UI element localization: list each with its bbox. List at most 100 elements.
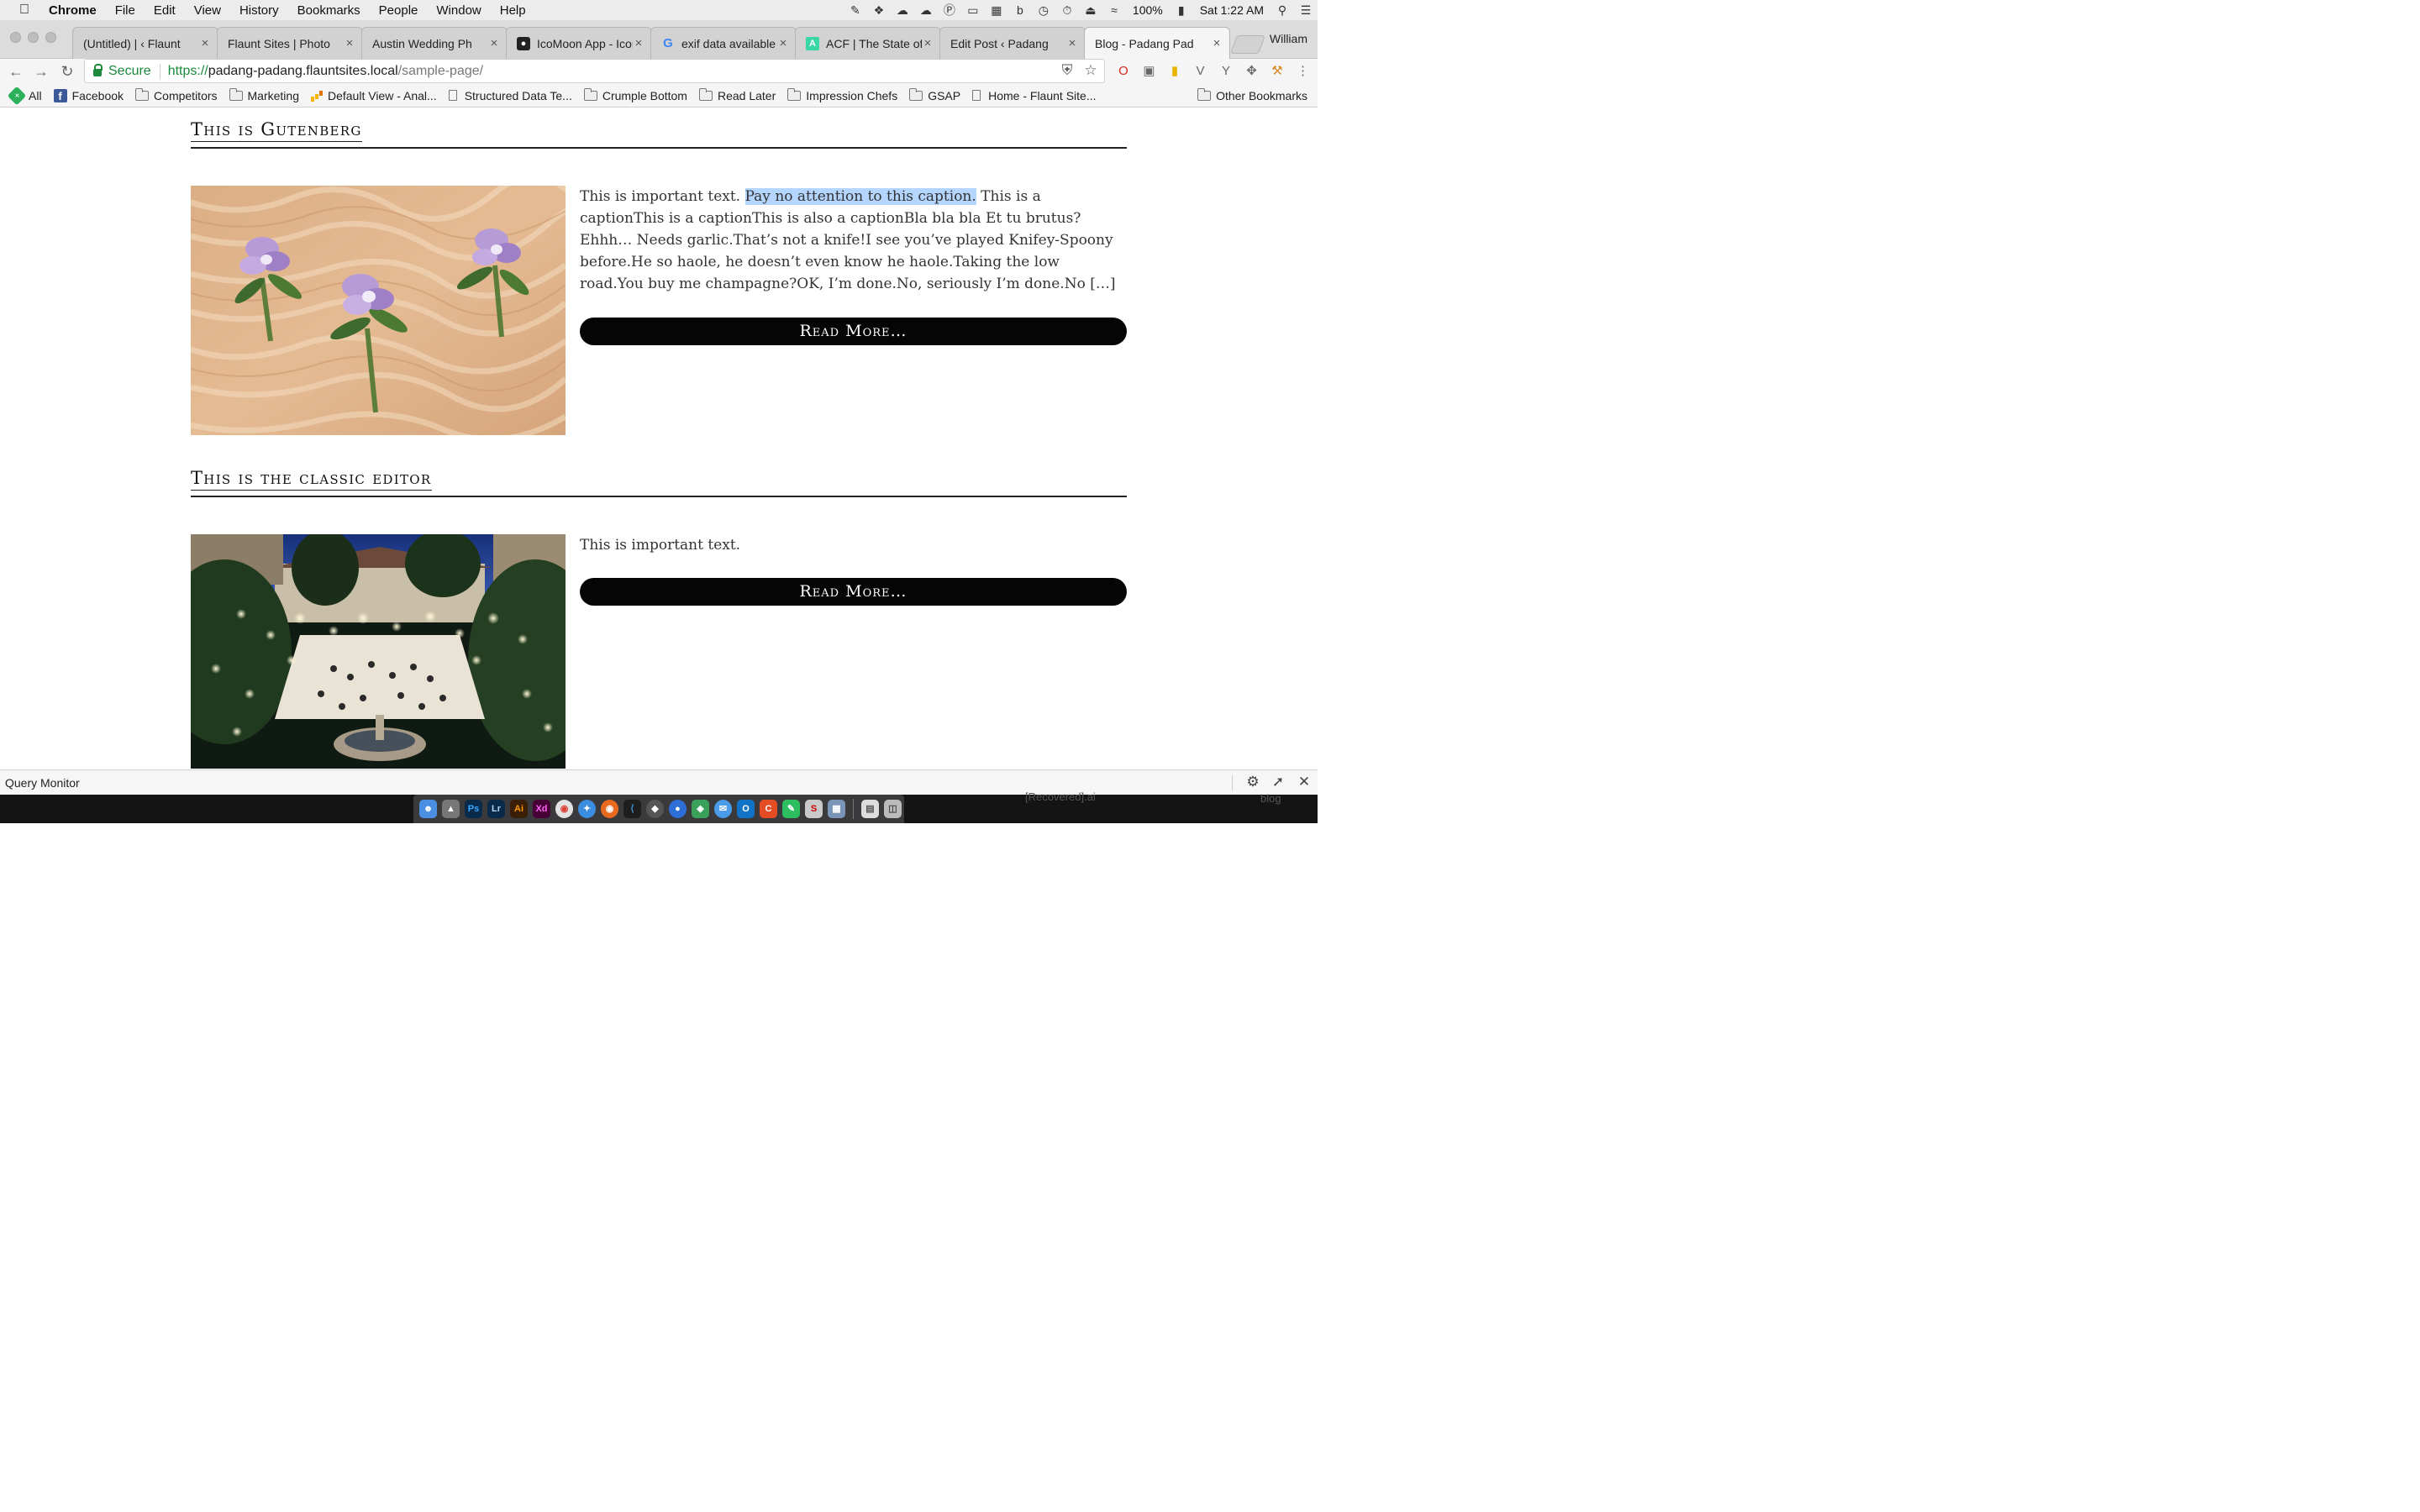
close-icon[interactable]: × bbox=[1066, 36, 1078, 50]
creative-cloud-icon[interactable]: ☁ bbox=[895, 3, 910, 17]
grid-app-icon[interactable]: ▦ bbox=[989, 3, 1004, 17]
browser-tab[interactable]: Austin Wedding Ph × bbox=[361, 27, 508, 148]
profile-button[interactable]: William bbox=[1270, 32, 1307, 45]
blocked-content-icon[interactable]: ⛨ bbox=[1059, 62, 1076, 79]
eject-icon[interactable]: ⏏ bbox=[1083, 3, 1098, 17]
notification-center-icon[interactable]: ☰ bbox=[1298, 3, 1313, 17]
menu-window[interactable]: Window bbox=[427, 3, 490, 18]
browser-tab[interactable]: Edit Post ‹ Padang × bbox=[939, 27, 1086, 148]
bartender-icon[interactable]: b bbox=[1013, 3, 1028, 17]
menu-edit[interactable]: Edit bbox=[145, 3, 185, 18]
courtyard-wedding-reception-photo[interactable] bbox=[191, 534, 566, 769]
bookmark-star-icon[interactable]: ☆ bbox=[1082, 62, 1099, 79]
pin-icon[interactable]: ➚ bbox=[1270, 774, 1286, 790]
apple-menu-icon[interactable]:  bbox=[0, 3, 49, 18]
red-app-icon[interactable]: C bbox=[759, 800, 778, 818]
menu-bookmarks[interactable]: Bookmarks bbox=[288, 3, 370, 18]
hammer-extension-icon[interactable]: ⚒ bbox=[1268, 62, 1286, 81]
illustrator-icon[interactable]: Ai bbox=[509, 800, 529, 818]
close-window-button[interactable] bbox=[10, 32, 21, 43]
safari-icon[interactable]: ✦ bbox=[577, 800, 597, 818]
maps-pin-icon[interactable]: ● bbox=[668, 800, 687, 818]
dropbox-icon[interactable]: ❖ bbox=[871, 3, 886, 17]
trash-icon[interactable]: ◫ bbox=[883, 800, 902, 818]
menu-file[interactable]: File bbox=[106, 3, 145, 18]
chrome-icon[interactable]: ◉ bbox=[555, 800, 574, 818]
vscode-icon[interactable]: ⟨ bbox=[623, 800, 642, 818]
bookmark-facebook[interactable]: f Facebook bbox=[53, 88, 124, 102]
menu-history[interactable]: History bbox=[230, 3, 288, 18]
address-bar[interactable]: Secure https:// padang-padang.flauntsite… bbox=[84, 59, 1105, 83]
close-icon[interactable]: × bbox=[199, 36, 211, 50]
photoshop-icon[interactable]: Ps bbox=[464, 800, 483, 818]
forward-arrow-icon[interactable]: → bbox=[30, 60, 52, 82]
browser-tab[interactable]: G exif data available × bbox=[650, 27, 797, 59]
browser-tab[interactable]: A ACF | The State of × bbox=[795, 27, 941, 59]
close-icon[interactable]: × bbox=[344, 36, 355, 50]
evernote-dock-icon[interactable]: ✎ bbox=[781, 800, 801, 818]
display-icon[interactable]: ▭ bbox=[965, 3, 981, 17]
menu-people[interactable]: People bbox=[370, 3, 428, 18]
vue-devtools-icon[interactable]: V bbox=[1192, 62, 1210, 81]
browser-tab-active[interactable]: Blog - Padang Pad × bbox=[1084, 27, 1230, 148]
close-icon[interactable]: × bbox=[777, 36, 789, 50]
documents-stack-icon[interactable]: ▤ bbox=[860, 800, 880, 818]
bookmark-structured-data[interactable]: Structured Data Te... bbox=[448, 89, 572, 102]
bookmark-folder-other[interactable]: Other Bookmarks bbox=[1197, 88, 1307, 102]
close-icon[interactable]: ✕ bbox=[1296, 774, 1313, 790]
read-more-button[interactable]: Read More… bbox=[580, 578, 1127, 606]
outlook-icon[interactable]: O bbox=[736, 800, 755, 818]
adobe-xd-icon[interactable]: Xd bbox=[532, 800, 551, 818]
bookmark-folder-impression-chefs[interactable]: Impression Chefs bbox=[787, 87, 897, 102]
sketch-app-icon[interactable]: ◈ bbox=[691, 800, 710, 818]
messages-icon[interactable]: ✉ bbox=[713, 800, 733, 818]
finder-icon[interactable]: ☻ bbox=[418, 800, 438, 818]
menu-view[interactable]: View bbox=[185, 3, 230, 18]
wifi-icon[interactable]: ≈ bbox=[1107, 3, 1122, 17]
extension-grid-icon[interactable]: ▣ bbox=[1140, 62, 1159, 81]
close-icon[interactable]: × bbox=[1211, 36, 1223, 50]
read-more-button[interactable]: Read More… bbox=[580, 318, 1127, 345]
scrivener-icon[interactable]: S bbox=[804, 800, 823, 818]
spotlight-search-icon[interactable]: ⚲ bbox=[1275, 3, 1290, 17]
clock[interactable]: Sat 1:22 AM bbox=[1200, 3, 1264, 17]
bookmark-folder-read-later[interactable]: Read Later bbox=[698, 87, 776, 102]
yoast-extension-icon[interactable]: Y bbox=[1217, 62, 1235, 81]
minimize-window-button[interactable] bbox=[28, 32, 39, 43]
preview-icon[interactable]: ▦ bbox=[827, 800, 846, 818]
close-icon[interactable]: × bbox=[922, 36, 934, 50]
bookmark-folder-competitors[interactable]: Competitors bbox=[135, 87, 218, 102]
lightroom-icon[interactable]: Lr bbox=[487, 800, 506, 818]
battery-icon[interactable]: ▮ bbox=[1174, 3, 1189, 17]
git-app-icon[interactable]: ◆ bbox=[645, 800, 665, 818]
back-arrow-icon[interactable]: ← bbox=[5, 60, 27, 82]
new-tab-button[interactable] bbox=[1229, 35, 1266, 54]
d-circle-icon[interactable]: Ⓟ bbox=[942, 3, 957, 17]
reload-icon[interactable]: ↻ bbox=[56, 60, 78, 82]
note-extension-icon[interactable]: ▮ bbox=[1165, 62, 1184, 81]
post-title[interactable]: This is the classic editor bbox=[191, 468, 432, 491]
close-icon[interactable]: × bbox=[488, 36, 500, 50]
bookmark-folder-crumple-bottom[interactable]: Crumple Bottom bbox=[583, 87, 687, 102]
sync-cloud-icon[interactable]: ☁ bbox=[918, 3, 934, 17]
opera-extension-icon[interactable]: O bbox=[1114, 62, 1133, 81]
bookmark-all[interactable]: + All bbox=[7, 86, 42, 105]
close-icon[interactable]: × bbox=[633, 36, 644, 50]
browser-tab[interactable]: (Untitled) | ‹ Flaunt × bbox=[72, 27, 218, 148]
keynote-icon[interactable]: ▲ bbox=[441, 800, 460, 818]
menu-help[interactable]: Help bbox=[491, 3, 535, 18]
post-title[interactable]: This is Gutenberg bbox=[191, 119, 362, 142]
menu-app-name[interactable]: Chrome bbox=[49, 3, 106, 18]
move-extension-icon[interactable]: ✥ bbox=[1243, 62, 1261, 81]
browser-tab[interactable]: Flaunt Sites | Photo × bbox=[217, 27, 363, 148]
chrome-menu-icon[interactable]: ⋮ bbox=[1294, 62, 1313, 81]
bookmark-home-flaunt[interactable]: Home - Flaunt Site... bbox=[972, 89, 1097, 102]
time-machine-icon[interactable]: ◷ bbox=[1036, 3, 1051, 17]
timer-icon[interactable]: ⏱ bbox=[1060, 3, 1075, 17]
zoom-window-button[interactable] bbox=[45, 32, 56, 43]
battery-percent[interactable]: 100% bbox=[1133, 3, 1163, 17]
flower-boutonnieres-photo[interactable] bbox=[191, 186, 566, 435]
bookmark-folder-marketing[interactable]: Marketing bbox=[229, 87, 299, 102]
browser-tab[interactable]: ● IcoMoon App - Icon × bbox=[506, 27, 652, 59]
firefox-icon[interactable]: ◉ bbox=[600, 800, 619, 818]
